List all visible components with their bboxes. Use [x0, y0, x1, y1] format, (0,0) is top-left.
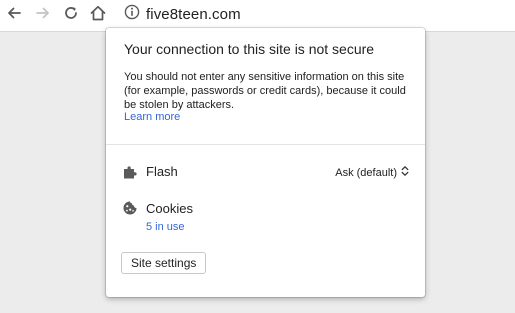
- info-icon: [124, 4, 140, 25]
- home-icon: [89, 4, 107, 27]
- site-info-popup: Your connection to this site is not secu…: [106, 28, 425, 297]
- site-info-button[interactable]: [123, 4, 141, 25]
- flash-label: Flash: [146, 164, 178, 179]
- up-down-chevron-icon: [401, 165, 409, 180]
- puzzle-icon: [122, 164, 138, 180]
- cookies-label: Cookies: [146, 201, 193, 216]
- site-settings-button[interactable]: Site settings: [121, 252, 207, 274]
- home-button[interactable]: [87, 4, 109, 26]
- cookies-in-use-link[interactable]: 5 in use: [146, 221, 185, 233]
- divider: [106, 144, 425, 145]
- back-arrow-icon: [6, 5, 22, 26]
- reload-button[interactable]: [60, 4, 82, 26]
- address-bar-url[interactable]: five8teen.com: [146, 6, 241, 23]
- forward-arrow-icon: [35, 5, 51, 26]
- flash-permission-select[interactable]: Ask (default): [335, 165, 409, 180]
- security-description: You should not enter any sensitive infor…: [124, 71, 406, 111]
- learn-more-link[interactable]: Learn more: [124, 111, 180, 123]
- back-button[interactable]: [3, 4, 25, 26]
- popup-title: Your connection to this site is not secu…: [124, 41, 375, 57]
- flash-permission-value: Ask (default): [335, 166, 397, 179]
- reload-icon: [63, 5, 79, 26]
- forward-button[interactable]: [32, 4, 54, 26]
- cookie-icon: [122, 200, 138, 216]
